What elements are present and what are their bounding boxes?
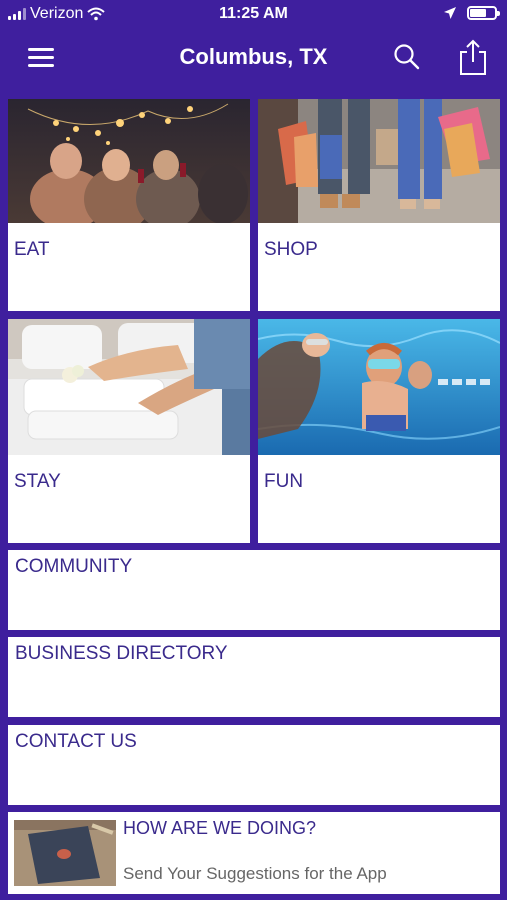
community-row[interactable]: COMMUNITY [8,550,500,630]
community-label: COMMUNITY [15,556,133,577]
contact-us-row[interactable]: CONTACT US [8,725,500,805]
shop-image [258,99,500,223]
business-directory-label: BUSINESS DIRECTORY [15,643,228,664]
nav-bar: Columbus, TX [0,30,507,88]
fun-label: FUN [264,471,304,492]
eat-tile[interactable]: EAT [8,99,250,311]
eat-image [8,99,250,223]
search-icon[interactable] [392,42,422,72]
feedback-subtitle: Send Your Suggestions for the App [123,864,387,883]
stay-image [8,319,250,455]
fun-tile[interactable]: FUN [258,319,500,543]
location-arrow-icon [444,7,456,19]
shop-tile[interactable]: SHOP [258,99,500,311]
status-right [443,6,500,20]
shop-label: SHOP [264,239,318,260]
stay-tile[interactable]: STAY [8,319,250,543]
contact-us-label: CONTACT US [15,731,137,752]
status-time: 11:25 AM [219,5,288,22]
feedback-row[interactable]: HOW ARE WE DOING? Send Your Suggestions … [8,812,500,894]
feedback-thumbnail [14,820,116,886]
eat-label: EAT [14,239,50,260]
stay-label: STAY [14,471,61,492]
feedback-title: HOW ARE WE DOING? [123,818,317,838]
page-title: Columbus, TX [179,44,328,69]
battery-icon [467,6,500,20]
business-directory-row[interactable]: BUSINESS DIRECTORY [8,637,500,717]
share-icon[interactable] [458,38,488,76]
fun-image [258,319,500,455]
status-bar: Verizon 11:25 AM [0,0,507,30]
